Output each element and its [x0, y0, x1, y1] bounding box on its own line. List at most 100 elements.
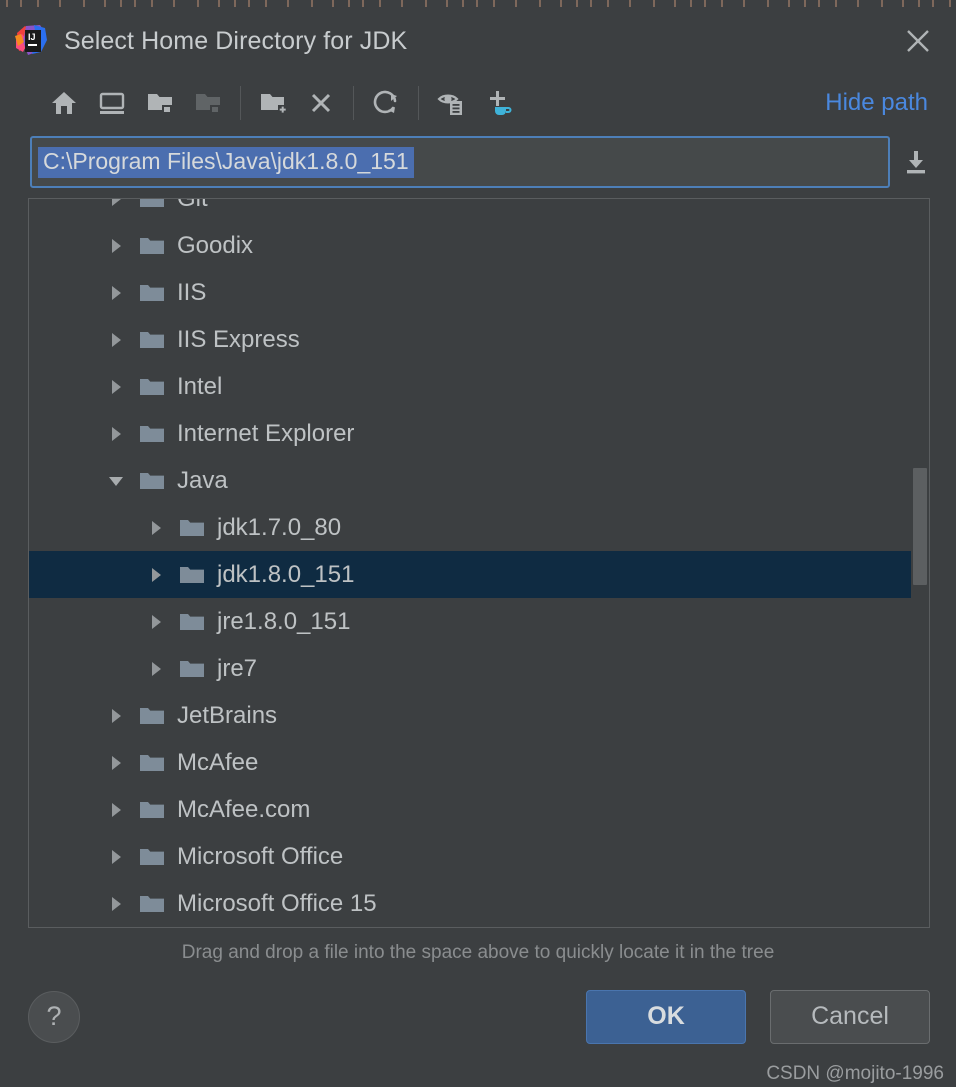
- new-folder-icon[interactable]: [249, 81, 297, 125]
- folder-icon: [175, 551, 209, 598]
- tree-node-label: jdk1.8.0_151: [217, 560, 355, 588]
- tree-node-label: Git: [177, 199, 208, 213]
- toolbar-separator: [240, 86, 241, 120]
- tree-node-label: jre7: [217, 654, 258, 682]
- tree-row[interactable]: Intel: [29, 363, 929, 410]
- chevron-right-icon[interactable]: [97, 199, 135, 222]
- folder-icon: [135, 363, 169, 410]
- tree-row[interactable]: JetBrains: [29, 692, 929, 739]
- home-icon[interactable]: [40, 81, 88, 125]
- tree-node-label: Internet Explorer: [177, 419, 355, 447]
- dialog-titlebar: IJ Select Home Directory for JDK: [0, 10, 956, 72]
- path-input-value: C:\Program Files\Java\jdk1.8.0_151: [38, 146, 414, 178]
- tree-row[interactable]: McAfee.com: [29, 786, 929, 833]
- tree-node-label: McAfee: [177, 748, 259, 776]
- show-hidden-icon[interactable]: [427, 81, 475, 125]
- tree-scroll-viewport: Git Goodix IIS IIS Express Intel Internet Exp…: [29, 199, 929, 927]
- folder-icon: [175, 598, 209, 645]
- watermark: CSDN @mojito-1996: [766, 1063, 944, 1084]
- folder-icon: [135, 786, 169, 833]
- tree-row[interactable]: McAfee: [29, 739, 929, 786]
- chevron-right-icon[interactable]: [97, 786, 135, 833]
- tree-row[interactable]: jre1.8.0_151: [29, 598, 929, 645]
- tree-node-label: jre1.8.0_151: [217, 607, 351, 635]
- tree-node-label: JetBrains: [177, 701, 278, 729]
- chevron-down-icon[interactable]: [97, 457, 135, 504]
- chevron-right-icon[interactable]: [97, 316, 135, 363]
- tree-node-label: Intel: [177, 372, 223, 400]
- tree-row[interactable]: Internet Explorer: [29, 410, 929, 457]
- background-window-strip: [0, 0, 956, 10]
- tree-node-list: Git Goodix IIS IIS Express Intel Internet Exp…: [29, 199, 929, 927]
- folder-icon: [135, 739, 169, 786]
- tree-row[interactable]: Java: [29, 457, 929, 504]
- help-button[interactable]: ?: [28, 990, 80, 1043]
- tree-scrollbar-thumb[interactable]: [913, 468, 927, 585]
- folder-icon: [135, 457, 169, 504]
- tree-row[interactable]: Microsoft Office: [29, 833, 929, 880]
- tree-node-label: Microsoft Office 15: [177, 889, 377, 917]
- path-row: C:\Program Files\Java\jdk1.8.0_151: [0, 134, 956, 190]
- folder-icon: [135, 833, 169, 880]
- chevron-right-icon[interactable]: [97, 833, 135, 880]
- chevron-right-icon[interactable]: [97, 363, 135, 410]
- chevron-right-icon[interactable]: [137, 504, 175, 551]
- tree-row[interactable]: IIS: [29, 269, 929, 316]
- folder-icon: [175, 645, 209, 692]
- tree-scrollbar[interactable]: [911, 199, 929, 927]
- hide-path-link[interactable]: Hide path: [825, 89, 938, 117]
- chevron-right-icon[interactable]: [137, 645, 175, 692]
- ok-button[interactable]: OK: [586, 989, 746, 1044]
- tree-node-label: Java: [177, 466, 228, 494]
- folder-icon: [135, 692, 169, 739]
- toolbar-separator: [353, 86, 354, 120]
- file-chooser-toolbar: Hide path: [0, 72, 956, 134]
- intellij-idea-logo-icon: IJ: [14, 24, 48, 58]
- directory-tree[interactable]: Git Goodix IIS IIS Express Intel Internet Exp…: [28, 198, 930, 928]
- desktop-icon[interactable]: [88, 81, 136, 125]
- chevron-right-icon[interactable]: [97, 269, 135, 316]
- dialog-title: Select Home Directory for JDK: [64, 26, 408, 55]
- folder-icon: [135, 410, 169, 457]
- tree-node-label: Goodix: [177, 231, 254, 259]
- cancel-button[interactable]: Cancel: [770, 989, 930, 1044]
- tree-row[interactable]: IIS Express: [29, 316, 929, 363]
- folder-icon: [135, 222, 169, 269]
- chevron-right-icon[interactable]: [137, 551, 175, 598]
- close-icon[interactable]: [898, 21, 938, 61]
- download-icon[interactable]: [890, 138, 942, 186]
- tree-row[interactable]: Git: [29, 199, 929, 222]
- folder-icon: [135, 880, 169, 927]
- tree-node-label: IIS: [177, 278, 207, 306]
- tree-node-label: McAfee.com: [177, 795, 311, 823]
- path-input[interactable]: C:\Program Files\Java\jdk1.8.0_151: [30, 136, 890, 188]
- folder-icon: [135, 199, 169, 222]
- svg-text:IJ: IJ: [28, 32, 36, 42]
- tree-node-label: Microsoft Office: [177, 842, 344, 870]
- folder-icon: [135, 316, 169, 363]
- chevron-right-icon[interactable]: [97, 692, 135, 739]
- drag-drop-hint: Drag and drop a file into the space abov…: [181, 942, 775, 963]
- dialog-footer: ? OK Cancel CSDN @mojito-1996: [0, 964, 956, 1087]
- chevron-right-icon[interactable]: [137, 598, 175, 645]
- folder-icon: [135, 269, 169, 316]
- tree-row[interactable]: jdk1.7.0_80: [29, 504, 929, 551]
- chevron-right-icon[interactable]: [97, 410, 135, 457]
- tree-node-label: jdk1.7.0_80: [217, 513, 342, 541]
- project-folder-icon[interactable]: [136, 81, 184, 125]
- tree-row[interactable]: Microsoft Office 15: [29, 880, 929, 927]
- add-jdk-icon[interactable]: [475, 81, 523, 125]
- select-jdk-home-dialog: IJ Select Home Directory for JDK Hide pa…: [0, 10, 956, 1087]
- tree-row[interactable]: Goodix: [29, 222, 929, 269]
- tree-row[interactable]: jdk1.8.0_151: [29, 551, 929, 598]
- chevron-right-icon[interactable]: [97, 880, 135, 927]
- tree-row[interactable]: jre7: [29, 645, 929, 692]
- module-folder-icon[interactable]: [184, 81, 232, 125]
- folder-icon: [175, 504, 209, 551]
- refresh-icon[interactable]: [362, 81, 410, 125]
- tree-node-label: IIS Express: [177, 325, 300, 353]
- chevron-right-icon[interactable]: [97, 222, 135, 269]
- delete-icon[interactable]: [297, 81, 345, 125]
- toolbar-separator: [418, 86, 419, 120]
- chevron-right-icon[interactable]: [97, 739, 135, 786]
